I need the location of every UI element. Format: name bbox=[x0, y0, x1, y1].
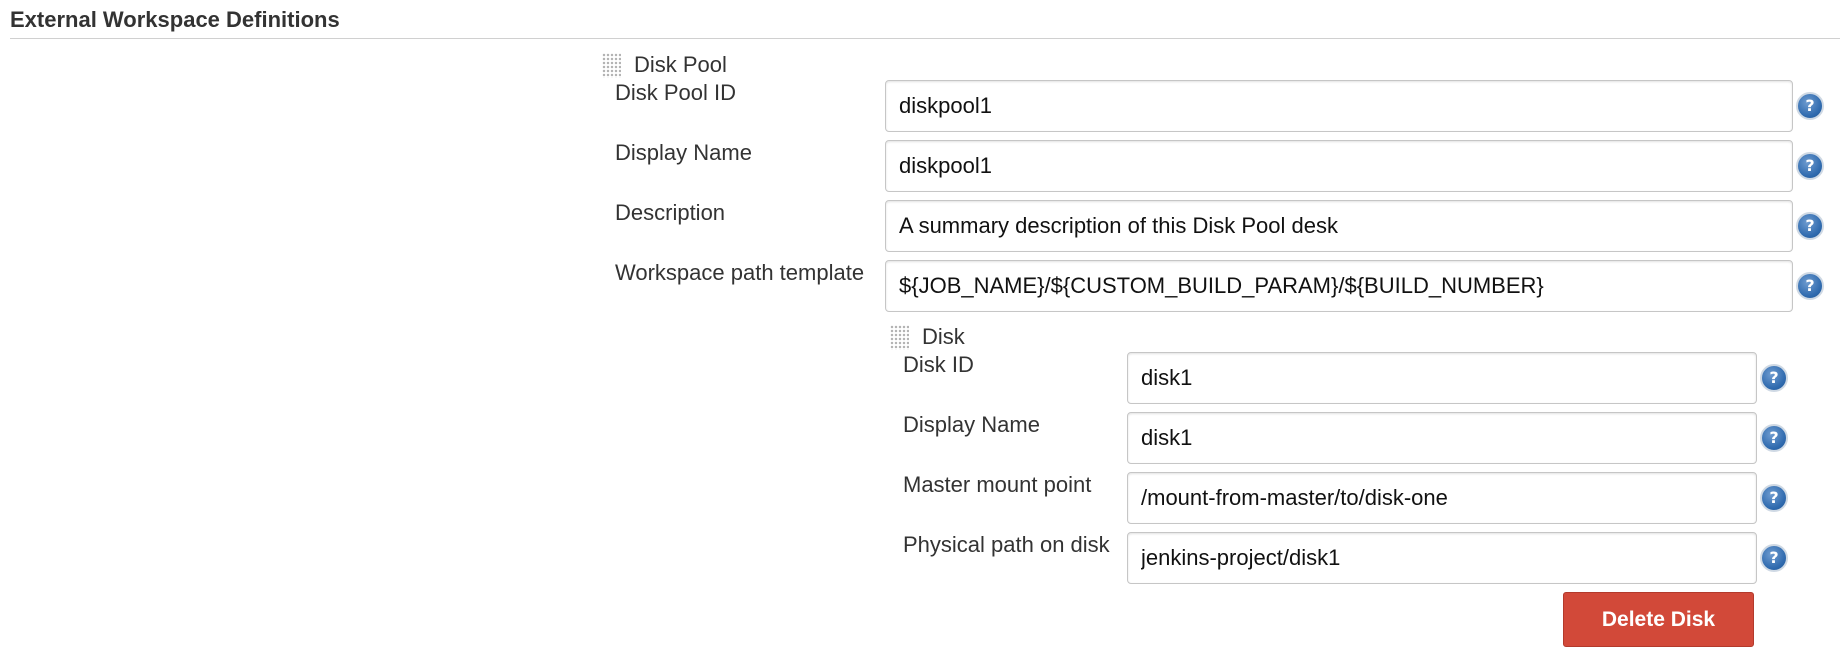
disk-title: Disk bbox=[922, 324, 965, 349]
workspace-path-template-label: Workspace path template bbox=[615, 260, 865, 285]
disk-header: Disk bbox=[890, 322, 1090, 352]
disk-pool-description-input[interactable] bbox=[885, 200, 1793, 252]
help-icon[interactable]: ? bbox=[1796, 92, 1824, 120]
help-icon[interactable]: ? bbox=[1760, 364, 1788, 392]
disk-pool-id-label: Disk Pool ID bbox=[615, 80, 737, 105]
help-icon[interactable]: ? bbox=[1760, 544, 1788, 572]
disk-display-name-input[interactable] bbox=[1127, 412, 1757, 464]
master-mount-point-label: Master mount point bbox=[903, 472, 1092, 497]
help-icon[interactable]: ? bbox=[1796, 212, 1824, 240]
disk-pool-description-label: Description bbox=[615, 200, 726, 225]
disk-display-name-label: Display Name bbox=[903, 412, 1040, 437]
help-icon[interactable]: ? bbox=[1760, 424, 1788, 452]
master-mount-point-row: Master mount point ? bbox=[903, 472, 1788, 524]
disk-pool-id-row: Disk Pool ID ? bbox=[615, 80, 1825, 132]
workspace-path-template-input[interactable] bbox=[885, 260, 1793, 312]
help-icon[interactable]: ? bbox=[1760, 484, 1788, 512]
disk-id-input[interactable] bbox=[1127, 352, 1757, 404]
physical-path-input[interactable] bbox=[1127, 532, 1757, 584]
workspace-path-template-row: Workspace path template ? bbox=[615, 260, 1825, 312]
section-title: External Workspace Definitions bbox=[10, 7, 340, 32]
disk-display-name-row: Display Name ? bbox=[903, 412, 1788, 464]
disk-pool-display-name-label: Display Name bbox=[615, 140, 752, 165]
disk-id-row: Disk ID ? bbox=[903, 352, 1788, 404]
disk-pool-title: Disk Pool bbox=[634, 52, 727, 77]
delete-disk-button[interactable]: Delete Disk bbox=[1563, 592, 1754, 647]
drag-handle-icon[interactable] bbox=[602, 53, 621, 78]
help-icon[interactable]: ? bbox=[1796, 272, 1824, 300]
disk-pool-id-input[interactable] bbox=[885, 80, 1793, 132]
disk-pool-display-name-row: Display Name ? bbox=[615, 140, 1825, 192]
disk-id-label: Disk ID bbox=[903, 352, 974, 377]
physical-path-row: Physical path on disk ? bbox=[903, 532, 1788, 584]
disk-pool-header: Disk Pool bbox=[602, 50, 902, 80]
section-header: External Workspace Definitions bbox=[10, 7, 1840, 39]
disk-pool-display-name-input[interactable] bbox=[885, 140, 1793, 192]
physical-path-label: Physical path on disk bbox=[903, 532, 1110, 557]
disk-pool-description-row: Description ? bbox=[615, 200, 1825, 252]
help-icon[interactable]: ? bbox=[1796, 152, 1824, 180]
drag-handle-icon[interactable] bbox=[890, 325, 909, 350]
master-mount-point-input[interactable] bbox=[1127, 472, 1757, 524]
